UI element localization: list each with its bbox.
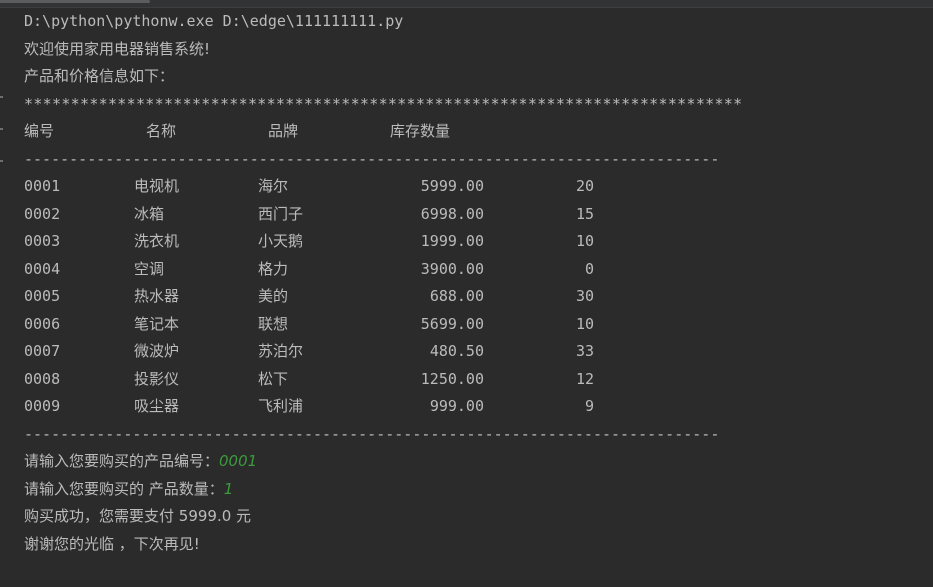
gutter-marker (0, 96, 3, 98)
cell-price: 5999.00 (420, 177, 484, 195)
product-table-body: 0001 电视机 海尔 5999.00 20 0002 冰箱 西门子 6998.00 15 0003… (24, 173, 924, 421)
cell-brand: 苏泊尔 (258, 342, 304, 360)
cell-id: 0009 (24, 397, 61, 415)
header-stock: 库存数量 (390, 122, 451, 140)
command-line: D:\python\pythonw.exe D:\edge\111111111.… (24, 12, 404, 30)
table-row: 0001 电视机 海尔 5999.00 20 (24, 173, 924, 201)
info-header: 产品和价格信息如下： (24, 67, 175, 85)
cell-qty: 9 (584, 397, 594, 415)
dash-separator: ----------------------------------------… (24, 149, 720, 168)
cell-name: 笔记本 (134, 314, 180, 333)
cell-brand: 松下 (258, 369, 289, 388)
table-row: 0006 笔记本 联想 5699.00 10 (24, 311, 924, 339)
cell-name: 空调 (134, 259, 165, 278)
star-separator: ****************************************… (24, 94, 743, 113)
run-console-output[interactable]: D:\python\pythonw.exe D:\edge\111111111.… (24, 8, 924, 558)
cell-qty: 10 (575, 314, 594, 333)
header-brand: 品牌 (268, 122, 299, 140)
cell-name: 电视机 (134, 177, 180, 195)
table-header-row: 编号 名称 品牌 库存数量 (24, 118, 924, 146)
cell-qty: 20 (575, 177, 594, 195)
cell-id: 0003 (24, 232, 61, 250)
cell-qty: 10 (575, 232, 594, 250)
cell-name: 微波炉 (134, 342, 180, 360)
cell-price: 6998.00 (420, 204, 484, 223)
prompt-qty-label: 请输入您要购买的 产品数量： (24, 479, 224, 498)
prompt-id-label: 请输入您要购买的产品编号： (24, 452, 220, 470)
cell-brand: 飞利浦 (258, 397, 304, 415)
cell-id: 0004 (24, 259, 61, 278)
scrollbar-thumb[interactable] (0, 0, 150, 3)
welcome-message: 欢迎使用家用电器销售系统! (24, 39, 211, 58)
cell-price: 688.00 (429, 287, 484, 305)
gutter-marker (0, 160, 3, 162)
cell-name: 热水器 (134, 287, 180, 305)
cell-qty: 0 (584, 259, 594, 278)
cell-id: 0006 (24, 314, 61, 333)
cell-brand: 格力 (258, 259, 289, 278)
cell-price: 5699.00 (420, 314, 484, 333)
prompt-product-id: 请输入您要购买的产品编号：0001 (24, 448, 924, 476)
cell-name: 吸尘器 (134, 397, 180, 415)
gutter-marker (0, 128, 3, 130)
cell-price: 1250.00 (420, 369, 484, 388)
table-row: 0004 空调 格力 3900.00 0 (24, 256, 924, 284)
user-input-id: 0001 (219, 452, 258, 470)
cell-qty: 15 (575, 204, 594, 223)
table-row: 0008 投影仪 松下 1250.00 12 (24, 366, 924, 394)
cell-brand: 美的 (258, 287, 289, 305)
cell-price: 480.50 (429, 342, 484, 360)
cell-brand: 联想 (258, 314, 289, 333)
header-name: 名称 (146, 122, 177, 140)
left-gutter (0, 8, 8, 587)
cell-qty: 33 (575, 342, 594, 360)
goodbye-message: 谢谢您的光临 ，下次再见! (24, 534, 200, 553)
cell-price: 3900.00 (420, 259, 484, 278)
cell-id: 0005 (24, 287, 61, 305)
cell-name: 投影仪 (134, 369, 180, 388)
purchase-result: 购买成功，您需要支付 5999.0 元 (24, 507, 252, 525)
prompt-quantity: 请输入您要购买的 产品数量：1 (24, 476, 924, 504)
dash-separator: ----------------------------------------… (24, 424, 720, 443)
cell-id: 0001 (24, 177, 61, 195)
cell-qty: 12 (575, 369, 594, 388)
cell-qty: 30 (575, 287, 594, 305)
table-row: 0003 洗衣机 小天鹅 1999.00 10 (24, 228, 924, 256)
table-row: 0007 微波炉 苏泊尔 480.50 33 (24, 338, 924, 366)
cell-id: 0008 (24, 369, 61, 388)
table-row: 0009 吸尘器 飞利浦 999.00 9 (24, 393, 924, 421)
cell-price: 1999.00 (420, 232, 484, 250)
cell-id: 0002 (24, 204, 61, 223)
cell-price: 999.00 (429, 397, 484, 415)
cell-id: 0007 (24, 342, 61, 360)
cell-name: 冰箱 (134, 204, 165, 223)
cell-name: 洗衣机 (134, 232, 180, 250)
top-scrollbar[interactable] (0, 0, 933, 8)
cell-brand: 海尔 (258, 177, 289, 195)
user-input-qty: 1 (223, 479, 234, 498)
cell-brand: 西门子 (258, 204, 304, 223)
header-id: 编号 (24, 122, 55, 140)
table-row: 0005 热水器 美的 688.00 30 (24, 283, 924, 311)
table-row: 0002 冰箱 西门子 6998.00 15 (24, 201, 924, 229)
cell-brand: 小天鹅 (258, 232, 304, 250)
